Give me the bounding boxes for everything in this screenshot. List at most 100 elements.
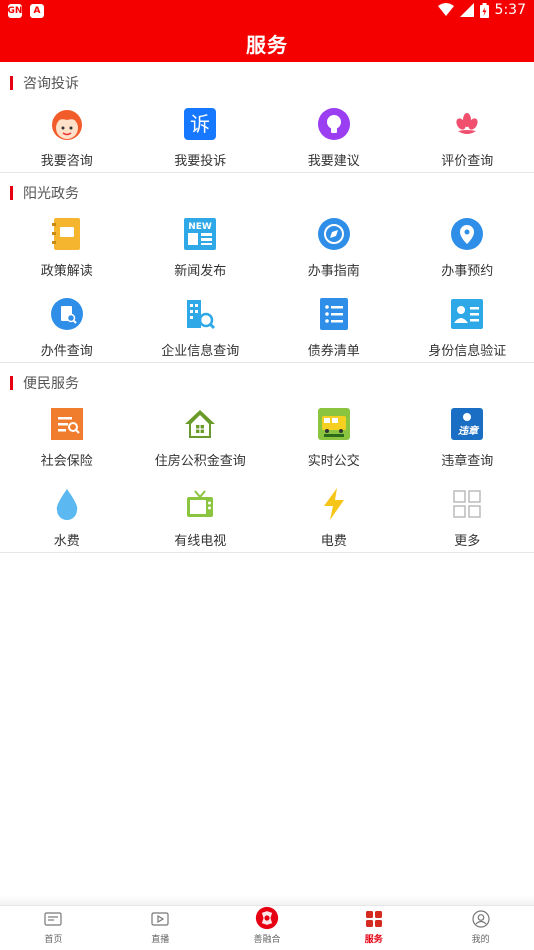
tab-mine[interactable]: 我的 <box>427 906 534 950</box>
bus-icon <box>317 408 350 440</box>
service-suggest[interactable]: 我要建议 <box>267 102 401 172</box>
section-title-text: 阳光政务 <box>23 186 79 202</box>
service-label: 我要咨询 <box>40 154 93 169</box>
service-bond-list[interactable]: 债券清单 <box>267 292 401 362</box>
house-icon <box>185 410 216 438</box>
service-cable-tv[interactable]: 有线电视 <box>134 482 268 552</box>
grid-row: 社会保险 住房公积金查询 实时公交 违章 违章查询 <box>0 402 534 472</box>
traffic-violation-icon: 违章 <box>451 408 484 440</box>
complaint-icon-text: 诉 <box>190 112 210 136</box>
service-label: 更多 <box>454 534 481 549</box>
tab-service[interactable]: 服务 <box>320 906 427 950</box>
service-label: 政策解读 <box>40 264 93 279</box>
service-water-bill[interactable]: 水费 <box>0 482 134 552</box>
section-consult: 咨询投诉 我要咨询 诉 我要投诉 我要建议 评价查询 <box>0 73 534 173</box>
service-label: 社会保险 <box>40 454 93 469</box>
service-label: 违章查询 <box>441 454 494 469</box>
section-title: 便民服务 <box>10 373 79 393</box>
building-search-icon <box>187 300 216 330</box>
service-label: 评价查询 <box>441 154 494 169</box>
service-complaint[interactable]: 诉 我要投诉 <box>134 102 268 172</box>
section-marker <box>10 76 13 90</box>
page-title: 服务 <box>246 32 288 57</box>
tabbar-shadow <box>0 895 534 905</box>
service-label: 办件查询 <box>40 344 93 359</box>
tab-label: 我的 <box>471 935 490 945</box>
service-appointment[interactable]: 办事预约 <box>401 212 534 282</box>
service-enterprise-query[interactable]: 企业信息查询 <box>134 292 268 362</box>
service-label: 新闻发布 <box>174 264 227 279</box>
tab-label: 直播 <box>151 935 170 945</box>
section-title: 阳光政务 <box>10 183 79 203</box>
service-policy[interactable]: 政策解读 <box>0 212 134 282</box>
tab-label: 首页 <box>44 935 63 945</box>
service-label: 有线电视 <box>174 534 227 549</box>
service-label: 债券清单 <box>307 344 360 359</box>
tab-brand[interactable]: 善融合 <box>214 906 321 950</box>
notification-icon: GN <box>7 4 23 18</box>
service-label: 办事指南 <box>307 264 360 279</box>
profile-icon <box>471 910 490 928</box>
play-icon <box>151 912 169 926</box>
service-bus[interactable]: 实时公交 <box>267 402 401 472</box>
service-label: 实时公交 <box>307 454 360 469</box>
tab-home[interactable]: 首页 <box>0 906 107 950</box>
brand-logo-icon <box>255 906 279 930</box>
list-icon <box>319 298 348 330</box>
grid-row: 我要咨询 诉 我要投诉 我要建议 评价查询 <box>0 102 534 172</box>
section-marker <box>10 376 13 390</box>
tab-label: 善融合 <box>253 935 281 945</box>
status-time: 5:37 <box>494 2 526 18</box>
flower-icon <box>456 113 478 134</box>
service-label: 住房公积金查询 <box>154 454 246 469</box>
wifi-icon <box>437 3 454 16</box>
complaint-icon: 诉 <box>184 108 217 140</box>
tab-label: 服务 <box>364 935 383 945</box>
section-title: 咨询投诉 <box>10 73 79 93</box>
news-icon <box>44 912 62 926</box>
service-id-verify[interactable]: 身份信息验证 <box>401 292 534 362</box>
signal-icon <box>459 3 474 17</box>
lightning-icon <box>323 488 344 520</box>
section-title-text: 便民服务 <box>23 376 79 392</box>
battery-icon <box>479 2 489 18</box>
grid-row: 水费 有线电视 电费 更多 <box>0 482 534 552</box>
service-label: 企业信息查询 <box>161 344 240 359</box>
id-card-icon <box>451 299 484 329</box>
grid-row: 办件查询 企业信息查询 债券清单 身份信息验证 <box>0 292 534 362</box>
service-label: 我要建议 <box>307 154 360 169</box>
service-evaluate[interactable]: 评价查询 <box>401 102 534 172</box>
service-grid-icon <box>365 911 382 927</box>
tab-live[interactable]: 直播 <box>107 906 214 950</box>
section-title-text: 咨询投诉 <box>23 76 79 92</box>
water-drop-icon <box>56 489 78 520</box>
service-label: 电费 <box>320 534 347 549</box>
section-marker <box>10 186 13 200</box>
grid-more-icon <box>453 490 481 518</box>
lightbulb-icon <box>317 108 350 140</box>
insurance-icon <box>50 408 83 440</box>
status-bar: GN A 5:37 <box>0 0 534 24</box>
service-electric-bill[interactable]: 电费 <box>267 482 401 552</box>
service-case-query[interactable]: 办件查询 <box>0 292 134 362</box>
service-label: 水费 <box>53 534 80 549</box>
location-pin-icon <box>451 218 484 250</box>
service-insurance[interactable]: 社会保险 <box>0 402 134 472</box>
service-guide[interactable]: 办事指南 <box>267 212 401 282</box>
section-convenience: 便民服务 社会保险 住房公积金查询 实时公交 违章 违章查询 水费 有线电视 电… <box>0 373 534 553</box>
service-housing-fund[interactable]: 住房公积金查询 <box>134 402 268 472</box>
service-label: 身份信息验证 <box>428 344 507 359</box>
service-label: 我要投诉 <box>174 154 227 169</box>
service-label: 办事预约 <box>441 264 494 279</box>
avatar-face-icon <box>51 110 82 140</box>
service-traffic-violation[interactable]: 违章 违章查询 <box>401 402 534 472</box>
service-news[interactable]: NEW 新闻发布 <box>134 212 268 282</box>
service-consult[interactable]: 我要咨询 <box>0 102 134 172</box>
tv-icon <box>187 490 214 517</box>
notification-icon: A <box>30 4 44 18</box>
service-more[interactable]: 更多 <box>401 482 534 552</box>
violation-icon-text: 违章 <box>458 425 480 437</box>
news-icon-text: NEW <box>188 222 212 232</box>
notebook-icon <box>51 218 80 250</box>
document-search-icon <box>50 298 83 330</box>
